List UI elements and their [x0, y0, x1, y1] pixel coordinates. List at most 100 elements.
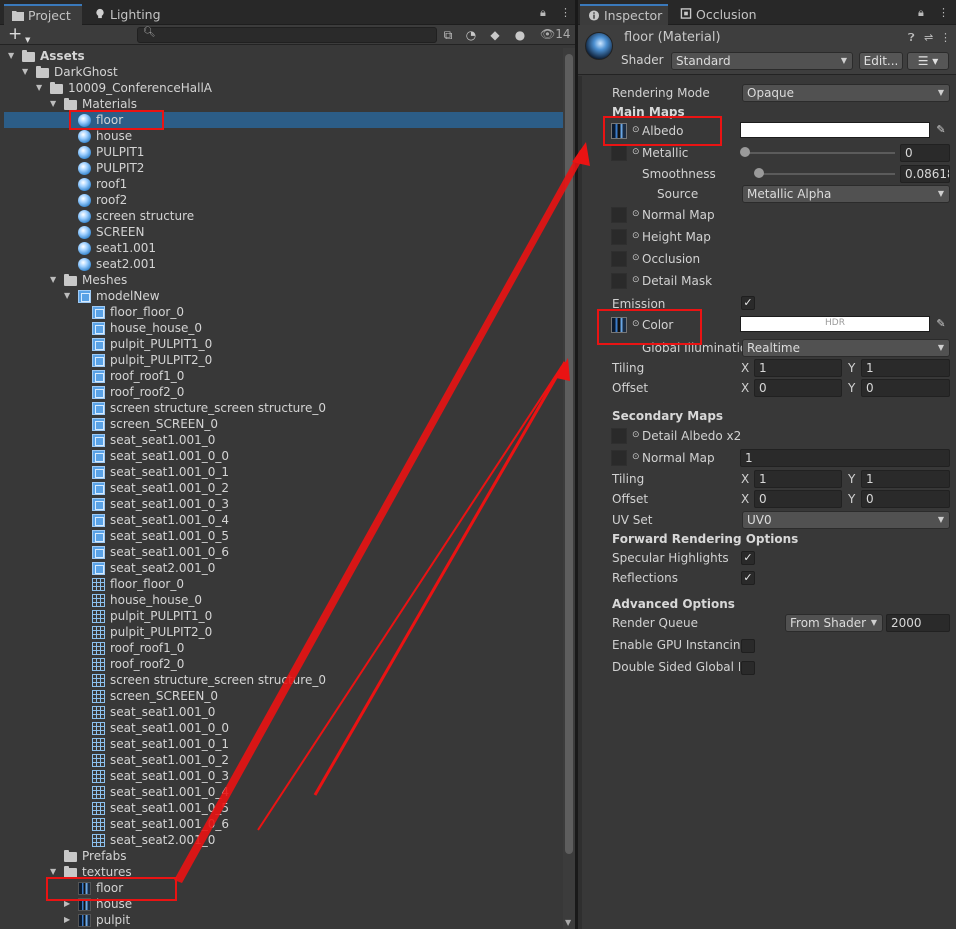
tree-item[interactable]: roof_roof2_0 [4, 384, 563, 400]
tree-item[interactable]: seat_seat1.001_0_5 [4, 800, 563, 816]
object-picker-icon[interactable]: ⊙ [632, 209, 640, 219]
tree-item[interactable]: seat_seat1.001_0_6 [4, 816, 563, 832]
tree-item[interactable]: floor_floor_0 [4, 576, 563, 592]
tree-item[interactable]: screen structure_screen structure_0 [4, 672, 563, 688]
secondary-offset-y-field[interactable]: 0 [861, 490, 950, 508]
tree-item[interactable]: seat_seat1.001_0_0 [4, 448, 563, 464]
tab-occlusion[interactable]: Occlusion [672, 4, 768, 25]
tree-item[interactable]: screen structure [4, 208, 563, 224]
metallic-value-field[interactable]: 0 [900, 144, 950, 162]
gpu-instancing-checkbox[interactable] [741, 639, 755, 653]
emission-color-field[interactable]: HDR [740, 316, 930, 332]
offset-y-field[interactable]: 0 [861, 379, 950, 397]
filter-log-icon[interactable]: ● [512, 27, 528, 43]
tree-item[interactable]: Prefabs [4, 848, 563, 864]
tree-item[interactable]: pulpit_PULPIT2_0 [4, 352, 563, 368]
tree-item[interactable]: seat_seat1.001_0_0 [4, 720, 563, 736]
source-dropdown[interactable]: Metallic Alpha ▼ [742, 185, 950, 203]
object-picker-icon[interactable]: ⊙ [632, 231, 640, 241]
tree-item[interactable]: SCREEN [4, 224, 563, 240]
foldout-expanded-icon[interactable]: ▼ [50, 272, 60, 288]
tree-item[interactable]: ▼ 10009_ConferenceHallA [4, 80, 563, 96]
reflections-checkbox[interactable]: ✓ [741, 571, 755, 585]
tree-item[interactable]: screen_SCREEN_0 [4, 688, 563, 704]
search-input[interactable]: 🔍︎ [137, 27, 437, 43]
occlusion-texture-slot[interactable] [611, 251, 627, 267]
tree-item[interactable]: PULPIT2 [4, 160, 563, 176]
secondary-normal-texture-slot[interactable] [611, 450, 627, 466]
foldout-expanded-icon[interactable]: ▼ [22, 64, 32, 80]
panel-lock-icon[interactable]: 🔒︎ [540, 6, 552, 20]
panel-menu-icon[interactable]: ⋮ [560, 6, 577, 19]
tab-lighting[interactable]: Lighting [86, 4, 172, 25]
tree-item[interactable]: seat_seat1.001_0_3 [4, 768, 563, 784]
tree-item[interactable]: screen structure_screen structure_0 [4, 400, 563, 416]
tree-item[interactable]: ▼ Assets [4, 48, 563, 64]
height-map-texture-slot[interactable] [611, 229, 627, 245]
foldout-collapsed-icon[interactable]: ▶ [64, 912, 74, 928]
tiling-y-field[interactable]: 1 [861, 359, 950, 377]
object-picker-icon[interactable]: ⊙ [632, 452, 640, 462]
tree-item[interactable]: seat_seat1.001_0_2 [4, 752, 563, 768]
tree-item[interactable]: seat1.001 [4, 240, 563, 256]
specular-highlights-checkbox[interactable]: ✓ [741, 551, 755, 565]
secondary-normal-scale-field[interactable]: 1 [740, 449, 950, 467]
tree-item[interactable]: seat_seat1.001_0_6 [4, 544, 563, 560]
context-menu-icon[interactable]: ⋮ [940, 31, 951, 44]
foldout-expanded-icon[interactable]: ▼ [64, 288, 74, 304]
scrollbar-thumb[interactable] [565, 54, 573, 854]
double-sided-gi-checkbox[interactable] [741, 661, 755, 675]
eyedropper-icon[interactable]: ✎ [933, 122, 949, 138]
search-by-type-icon[interactable]: ⧉ [440, 27, 456, 43]
tree-item[interactable]: ▼ DarkGhost [4, 64, 563, 80]
inspector-scrollbar[interactable] [578, 76, 582, 929]
normal-map-texture-slot[interactable] [611, 207, 627, 223]
tab-inspector[interactable]: Inspector [580, 4, 668, 25]
render-queue-value-field[interactable]: 2000 [886, 614, 950, 632]
detail-mask-texture-slot[interactable] [611, 273, 627, 289]
tree-item[interactable]: pulpit_PULPIT1_0 [4, 608, 563, 624]
albedo-color-field[interactable] [740, 122, 930, 138]
tree-item[interactable]: seat_seat1.001_0_4 [4, 784, 563, 800]
tree-item[interactable]: pulpit_PULPIT1_0 [4, 336, 563, 352]
tree-item[interactable]: seat_seat1.001_0_3 [4, 496, 563, 512]
hidden-packages-toggle[interactable]: 👁︎14 [540, 27, 571, 41]
shader-options-button[interactable]: ☰ ▾ [907, 52, 949, 70]
tree-item[interactable]: seat_seat1.001_0_5 [4, 528, 563, 544]
project-scrollbar[interactable]: ▼ [563, 48, 575, 929]
tree-item[interactable]: roof2 [4, 192, 563, 208]
create-asset-button[interactable]: + ▼ [8, 26, 38, 45]
smoothness-slider-handle[interactable] [754, 168, 764, 178]
object-picker-icon[interactable]: ⊙ [632, 275, 640, 285]
secondary-tiling-x-field[interactable]: 1 [754, 470, 842, 488]
object-picker-icon[interactable]: ⊙ [632, 253, 640, 263]
tree-item[interactable]: ▼ modelNew [4, 288, 563, 304]
tree-item[interactable]: house_house_0 [4, 320, 563, 336]
detail-albedo-texture-slot[interactable] [611, 428, 627, 444]
tree-item[interactable]: seat_seat2.001_0 [4, 832, 563, 848]
secondary-tiling-y-field[interactable]: 1 [861, 470, 950, 488]
tree-item[interactable]: ▼ Meshes [4, 272, 563, 288]
presets-icon[interactable]: ⇌ [924, 31, 933, 44]
tree-item[interactable]: pulpit_PULPIT2_0 [4, 624, 563, 640]
scroll-down-icon[interactable]: ▼ [565, 918, 571, 927]
tree-item[interactable]: roof_roof1_0 [4, 368, 563, 384]
tiling-x-field[interactable]: 1 [754, 359, 842, 377]
emission-checkbox[interactable]: ✓ [741, 296, 755, 310]
object-picker-icon[interactable]: ⊙ [632, 147, 640, 157]
object-picker-icon[interactable]: ⊙ [632, 430, 640, 440]
tree-item[interactable]: house [4, 128, 563, 144]
shader-dropdown[interactable]: Standard ▼ [671, 52, 853, 70]
tree-item[interactable]: roof_roof1_0 [4, 640, 563, 656]
foldout-expanded-icon[interactable]: ▼ [8, 48, 18, 64]
help-icon[interactable]: ❓︎ [908, 31, 915, 45]
secondary-offset-x-field[interactable]: 0 [754, 490, 842, 508]
metallic-slider-handle[interactable] [740, 147, 750, 157]
filter-by-label-icon[interactable]: ◆ [487, 27, 503, 43]
tree-item[interactable]: roof1 [4, 176, 563, 192]
tree-item[interactable]: PULPIT1 [4, 144, 563, 160]
tree-item[interactable]: seat_seat1.001_0_1 [4, 736, 563, 752]
global-illumination-dropdown[interactable]: Realtime ▼ [742, 339, 950, 357]
tree-item[interactable]: roof_roof2_0 [4, 656, 563, 672]
tree-item[interactable]: floor_floor_0 [4, 304, 563, 320]
